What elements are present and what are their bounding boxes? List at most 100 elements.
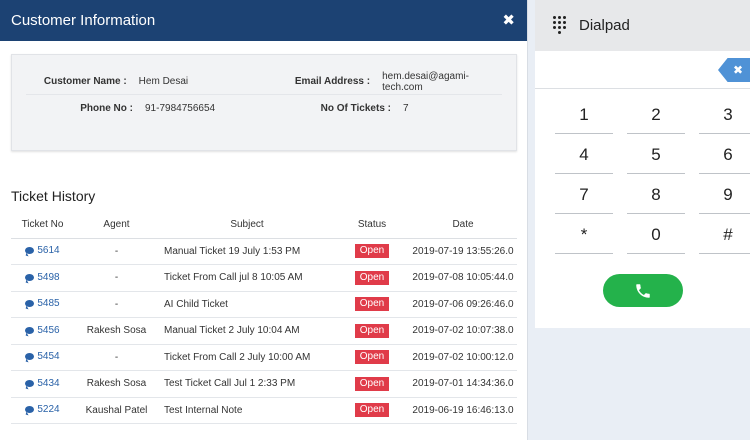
customer-name-value: Hem Desai <box>138 76 189 87</box>
chat-icon <box>25 353 35 361</box>
dial-number-display[interactable]: ✖ <box>535 53 750 89</box>
chat-icon <box>25 379 35 387</box>
dial-key-2[interactable]: 2 <box>627 96 685 134</box>
ticket-link[interactable]: 5434 <box>25 377 60 389</box>
subject-cell: AI Child Ticket <box>159 291 335 318</box>
date-cell: 2019-07-02 10:00:12.0 <box>409 344 517 371</box>
date-cell: 2019-07-02 10:07:38.0 <box>409 317 517 345</box>
customer-info-modal: Customer Information ✖ Customer Name : H… <box>0 0 528 440</box>
subject-cell: Manual Ticket 2 July 10:04 AM <box>159 317 335 345</box>
ticket-history-table: Ticket No Agent Subject Status Date 5614… <box>11 212 517 424</box>
ticket-number: 5454 <box>37 351 60 363</box>
dial-key-3[interactable]: 3 <box>699 96 750 134</box>
tickets-count-value: 7 <box>403 102 409 114</box>
email-value: hem.desai@agami-tech.com <box>382 70 469 93</box>
modal-title: Customer Information <box>11 12 156 29</box>
ticket-number: 5224 <box>37 404 60 416</box>
phone-label: Phone No : <box>80 102 133 114</box>
agent-cell: Rakesh Sosa <box>74 317 159 345</box>
ticket-link[interactable]: 5454 <box>25 351 60 363</box>
table-row: 5456 Rakesh Sosa Manual Ticket 2 July 10… <box>11 317 517 345</box>
table-row: 5614 - Manual Ticket 19 July 1:53 PM Ope… <box>11 238 517 265</box>
info-row: Phone No : 91-7984756654 No Of Tickets :… <box>26 95 502 121</box>
subject-cell: Test Ticket Call Jul 1 2:33 PM <box>159 370 335 398</box>
dial-key-5[interactable]: 5 <box>627 136 685 174</box>
date-cell: 2019-07-19 13:55:26.0 <box>409 238 517 265</box>
status-badge: Open <box>354 297 390 312</box>
agent-cell: - <box>74 291 159 318</box>
date-cell: 2019-07-01 14:34:36.0 <box>409 370 517 398</box>
column-header-agent: Agent <box>74 212 159 239</box>
subject-cell: Ticket From Call 2 July 10:00 AM <box>159 344 335 371</box>
ticket-number: 5456 <box>37 324 60 336</box>
phone-icon <box>636 283 650 298</box>
ticket-link[interactable]: 5498 <box>25 271 60 283</box>
ticket-link[interactable]: 5485 <box>25 298 60 310</box>
column-header-ticket-no: Ticket No <box>11 212 74 239</box>
table-row: 5224 Kaushal Patel Test Internal Note Op… <box>11 397 517 424</box>
table-row: 5485 - AI Child Ticket Open 2019-07-06 0… <box>11 291 517 318</box>
info-row: Customer Name : Hem Desai Email Address … <box>26 69 502 95</box>
customer-info-card: Customer Name : Hem Desai Email Address … <box>11 54 517 151</box>
dial-key-7[interactable]: 7 <box>555 176 613 214</box>
chat-icon <box>25 406 35 414</box>
chat-icon <box>25 273 35 281</box>
date-cell: 2019-07-08 10:05:44.0 <box>409 264 517 292</box>
agent-cell: Kaushal Patel <box>74 397 159 424</box>
table-row: 5454 - Ticket From Call 2 July 10:00 AM … <box>11 344 517 371</box>
date-cell: 2019-06-19 16:46:13.0 <box>409 397 517 424</box>
modal-header: Customer Information ✖ <box>0 0 527 41</box>
date-cell: 2019-07-06 09:26:46.0 <box>409 291 517 318</box>
agent-cell: - <box>74 238 159 265</box>
dialpad-icon <box>553 15 569 37</box>
dial-key-8[interactable]: 8 <box>627 176 685 214</box>
dialpad-header: Dialpad <box>535 0 750 51</box>
column-header-date: Date <box>409 212 517 239</box>
ticket-link[interactable]: 5224 <box>25 404 60 416</box>
status-badge: Open <box>354 350 390 365</box>
subject-cell: Manual Ticket 19 July 1:53 PM <box>159 238 335 265</box>
ticket-link[interactable]: 5614 <box>25 245 60 257</box>
dial-key-0[interactable]: 0 <box>627 216 685 254</box>
dial-key-4[interactable]: 4 <box>555 136 613 174</box>
ticket-number: 5498 <box>37 271 60 283</box>
dialpad-panel: Dialpad ✖ 1 2 3 4 5 6 7 8 9 * 0 # <box>535 0 750 328</box>
table-header-row: Ticket No Agent Subject Status Date <box>11 212 517 239</box>
status-badge: Open <box>354 323 390 338</box>
dial-key-star[interactable]: * <box>555 216 613 254</box>
ticket-number: 5614 <box>37 245 60 257</box>
status-badge: Open <box>354 270 390 285</box>
ticket-link[interactable]: 5456 <box>25 324 60 336</box>
dialpad-title: Dialpad <box>579 17 630 34</box>
agent-cell: - <box>74 264 159 292</box>
email-label: Email Address : <box>294 76 371 87</box>
agent-cell: Rakesh Sosa <box>74 370 159 398</box>
table-row: 5498 - Ticket From Call jul 8 10:05 AM O… <box>11 264 517 292</box>
tickets-count-label: No Of Tickets : <box>320 102 391 114</box>
call-button[interactable] <box>603 274 683 307</box>
status-badge: Open <box>354 403 390 418</box>
status-badge: Open <box>354 244 390 259</box>
ticket-number: 5485 <box>37 298 60 310</box>
subject-cell: Test Internal Note <box>159 397 335 424</box>
close-icon[interactable]: ✖ <box>502 13 515 28</box>
dial-key-6[interactable]: 6 <box>699 136 750 174</box>
chat-icon <box>25 247 35 255</box>
ticket-number: 5434 <box>37 377 60 389</box>
backspace-icon: ✖ <box>732 63 743 77</box>
column-header-subject: Subject <box>159 212 335 239</box>
customer-name-label: Customer Name : <box>43 76 127 87</box>
status-badge: Open <box>354 376 390 391</box>
dial-key-1[interactable]: 1 <box>555 96 613 134</box>
column-header-status: Status <box>335 212 409 239</box>
chat-icon <box>25 326 35 334</box>
chat-icon <box>25 300 35 308</box>
table-row: 5434 Rakesh Sosa Test Ticket Call Jul 1 … <box>11 370 517 398</box>
agent-cell: - <box>74 344 159 371</box>
phone-value: 91-7984756654 <box>145 102 216 114</box>
dial-key-hash[interactable]: # <box>699 216 750 254</box>
dial-key-9[interactable]: 9 <box>699 176 750 214</box>
backspace-button[interactable]: ✖ <box>718 58 750 82</box>
ticket-history-title: Ticket History <box>11 188 96 204</box>
subject-cell: Ticket From Call jul 8 10:05 AM <box>159 264 335 292</box>
